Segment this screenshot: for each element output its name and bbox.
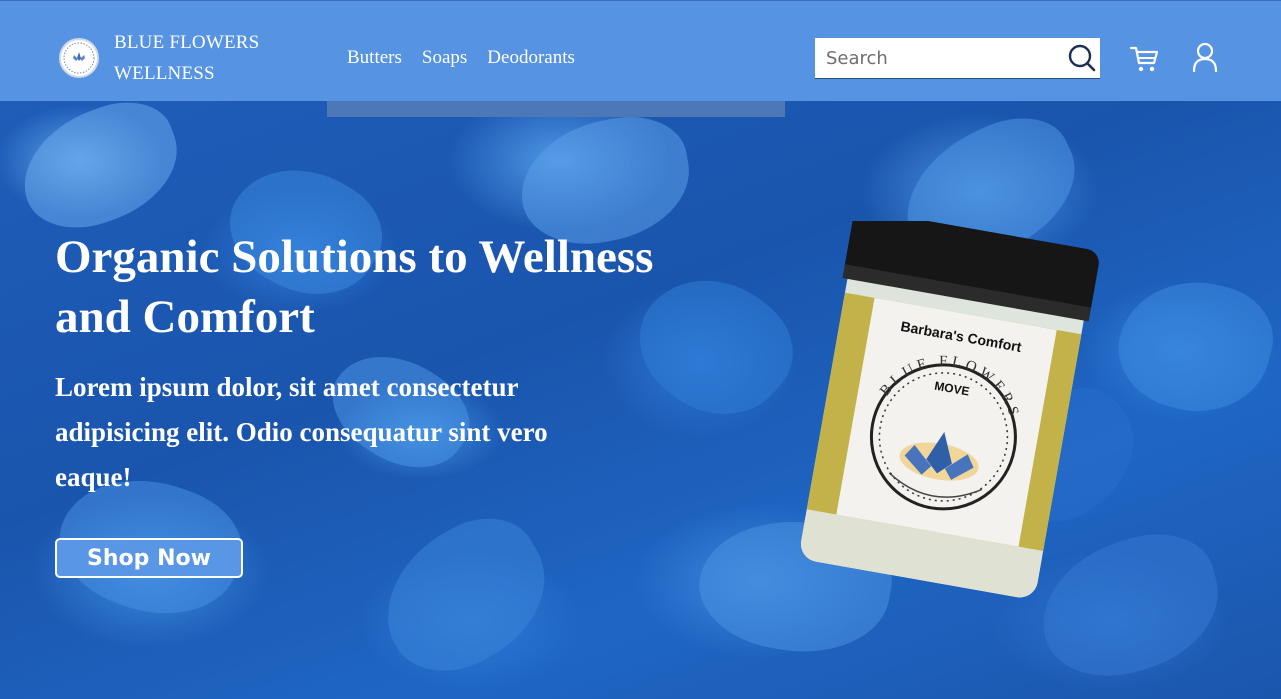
user-icon: [1192, 42, 1218, 73]
account-button[interactable]: [1192, 42, 1218, 73]
brand-name-line2[interactable]: WELLNESS: [114, 63, 215, 85]
background-petal: [1105, 263, 1281, 429]
nav-link-deodorants[interactable]: Deodorants: [487, 47, 575, 69]
shop-now-button[interactable]: Shop Now: [55, 538, 243, 578]
search-button[interactable]: [1064, 38, 1100, 78]
lotus-logo-icon[interactable]: [59, 38, 99, 78]
nav-dropdown-strip: [327, 101, 785, 117]
main-nav: Butters Soaps Deodorants: [347, 47, 575, 69]
site-header: BLUE FLOWERS WELLNESS Butters Soaps Deod…: [0, 0, 1281, 101]
cart-button[interactable]: [1129, 44, 1159, 74]
hero-section: Organic Solutions to Wellness and Comfor…: [0, 101, 1281, 699]
background-petal: [6, 101, 194, 246]
product-jar-image: Barbara's Comfort BLUE FLOWERS MOVE: [800, 221, 1099, 598]
background-petal: [358, 497, 572, 695]
cart-icon: [1129, 46, 1159, 72]
search-input[interactable]: [815, 38, 1065, 78]
hero-title: Organic Solutions to Wellness and Comfor…: [55, 231, 654, 343]
nav-link-soaps[interactable]: Soaps: [422, 47, 467, 69]
hero-text: Lorem ipsum dolor, sit amet consectetur …: [55, 372, 548, 492]
search-icon: [1068, 44, 1096, 72]
search-box: [815, 38, 1100, 79]
brand-name-line1[interactable]: BLUE FLOWERS: [114, 32, 259, 54]
nav-link-butters[interactable]: Butters: [347, 47, 402, 69]
